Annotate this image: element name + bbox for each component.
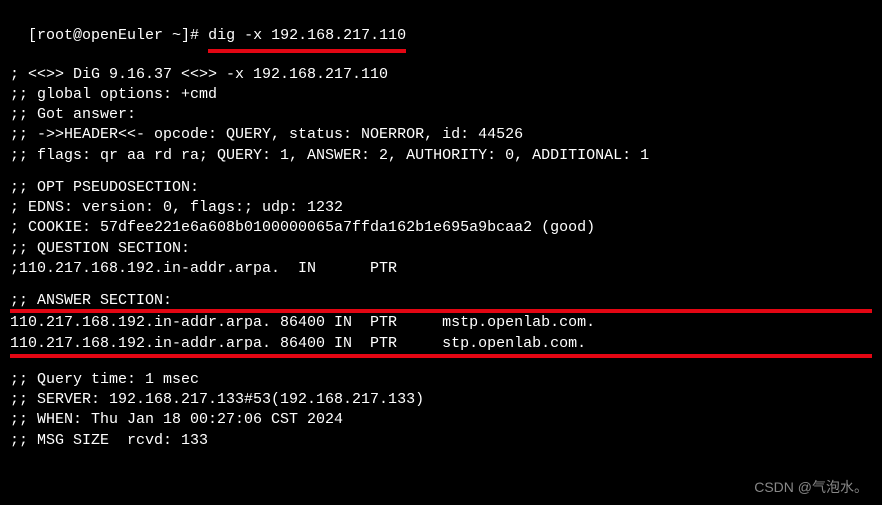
- got-answer-line: ;; Got answer:: [10, 105, 872, 125]
- opt-pseudosection-title: ;; OPT PSEUDOSECTION:: [10, 178, 872, 198]
- question-section-title: ;; QUESTION SECTION:: [10, 239, 872, 259]
- dig-version-line: ; <<>> DiG 9.16.37 <<>> -x 192.168.217.1…: [10, 65, 872, 85]
- answer-record-1: 110.217.168.192.in-addr.arpa. 86400 IN P…: [10, 313, 872, 333]
- msg-size-line: ;; MSG SIZE rcvd: 133: [10, 431, 872, 451]
- command-text: dig -x 192.168.217.110: [208, 26, 406, 52]
- edns-line: ; EDNS: version: 0, flags:; udp: 1232: [10, 198, 872, 218]
- query-time-line: ;; Query time: 1 msec: [10, 370, 872, 390]
- answer-section-title: ;; ANSWER SECTION:: [10, 291, 872, 311]
- flags-line: ;; flags: qr aa rd ra; QUERY: 1, ANSWER:…: [10, 146, 872, 166]
- server-line: ;; SERVER: 192.168.217.133#53(192.168.21…: [10, 390, 872, 410]
- answer-record-2: 110.217.168.192.in-addr.arpa. 86400 IN P…: [10, 334, 872, 354]
- global-options-line: ;; global options: +cmd: [10, 85, 872, 105]
- prompt-line[interactable]: [root@openEuler ~]# dig -x 192.168.217.1…: [10, 6, 872, 53]
- header-status-line: ;; ->>HEADER<<- opcode: QUERY, status: N…: [10, 125, 872, 145]
- prompt-prefix: [root@openEuler ~]#: [28, 27, 199, 44]
- cookie-line: ; COOKIE: 57dfee221e6a608b0100000065a7ff…: [10, 218, 872, 238]
- when-line: ;; WHEN: Thu Jan 18 00:27:06 CST 2024: [10, 410, 872, 430]
- question-record: ;110.217.168.192.in-addr.arpa. IN PTR: [10, 259, 872, 279]
- answer-section-block: 110.217.168.192.in-addr.arpa. 86400 IN P…: [10, 309, 872, 358]
- watermark-text: CSDN @气泡水。: [754, 478, 868, 497]
